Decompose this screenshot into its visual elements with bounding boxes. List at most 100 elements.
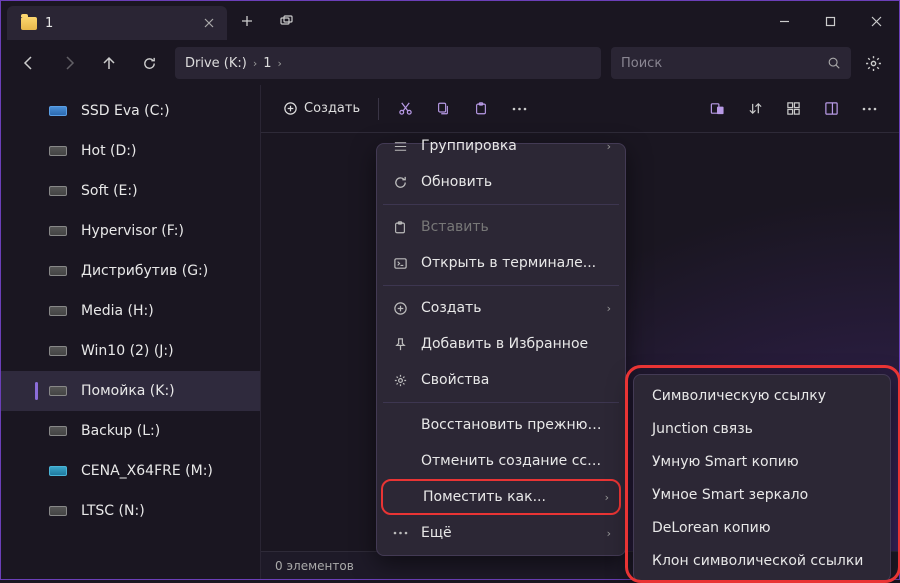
- menu-item[interactable]: Обновить: [381, 164, 621, 200]
- settings-button[interactable]: [855, 45, 891, 81]
- sidebar-item-label: LTSC (N:): [81, 503, 145, 519]
- sidebar-item[interactable]: Backup (L:): [1, 411, 260, 451]
- context-menu: Группировка›ОбновитьВставитьОткрыть в те…: [376, 143, 626, 556]
- sidebar-item[interactable]: Media (H:): [1, 291, 260, 331]
- sidebar-item[interactable]: Hot (D:): [1, 131, 260, 171]
- properties-icon: [391, 373, 409, 388]
- pin-icon: [391, 337, 409, 352]
- menu-item[interactable]: Отменить создание ссылки: [381, 443, 621, 479]
- cut-button[interactable]: [387, 92, 423, 126]
- menu-item[interactable]: Свойства: [381, 362, 621, 398]
- menu-item[interactable]: Ещё›: [381, 515, 621, 551]
- sidebar-item[interactable]: SSD Eva (C:): [1, 91, 260, 131]
- close-icon[interactable]: [201, 15, 217, 31]
- drive-icon: [49, 466, 67, 476]
- breadcrumb[interactable]: Drive (K:) › 1 ›: [175, 47, 601, 79]
- chevron-right-icon: ›: [607, 527, 611, 540]
- drive-icon: [49, 386, 67, 396]
- breadcrumb-part[interactable]: 1: [263, 56, 271, 71]
- paste-button[interactable]: [463, 92, 499, 126]
- layout-button[interactable]: [775, 92, 811, 126]
- forward-button[interactable]: [49, 45, 89, 81]
- sidebar-item[interactable]: Soft (E:): [1, 171, 260, 211]
- dots-icon: [391, 531, 409, 535]
- toolbar: Создать: [261, 85, 899, 133]
- sort-button[interactable]: [737, 92, 773, 126]
- create-button[interactable]: Создать: [273, 92, 370, 126]
- folder-icon: [21, 17, 37, 30]
- drive-icon: [49, 226, 67, 236]
- menu-item[interactable]: Восстановить прежнюю ве...: [381, 407, 621, 443]
- drive-icon: [49, 186, 67, 196]
- submenu-item[interactable]: Умную Smart копию: [638, 445, 886, 478]
- menu-item-label: Отменить создание ссылки: [421, 453, 611, 469]
- chevron-right-icon: ›: [605, 491, 609, 504]
- drive-icon: [49, 306, 67, 316]
- group-icon: [391, 139, 409, 154]
- submenu-item[interactable]: Клон символической ссылки: [638, 544, 886, 577]
- minimize-button[interactable]: [761, 1, 807, 41]
- sidebar-item-label: Помойка (K:): [81, 383, 175, 399]
- menu-item-label: Вставить: [421, 219, 611, 235]
- chevron-right-icon: ›: [251, 57, 259, 70]
- sidebar-item-label: Soft (E:): [81, 183, 138, 199]
- maximize-button[interactable]: [807, 1, 853, 41]
- submenu-item[interactable]: Junction связь: [638, 412, 886, 445]
- titlebar-drag[interactable]: [307, 1, 761, 41]
- back-button[interactable]: [9, 45, 49, 81]
- submenu-item[interactable]: DeLorean копию: [638, 511, 886, 544]
- drive-icon: [49, 506, 67, 516]
- menu-item-label: Открыть в терминале...: [421, 255, 611, 271]
- navbar: Drive (K:) › 1 › Поиск: [1, 41, 899, 85]
- tab-overflow-button[interactable]: [267, 15, 307, 27]
- sidebar-item[interactable]: Hypervisor (F:): [1, 211, 260, 251]
- terminal-icon: [391, 256, 409, 271]
- window-close-button[interactable]: [853, 1, 899, 41]
- search-input[interactable]: Поиск: [611, 47, 851, 79]
- new-tab-button[interactable]: [227, 15, 267, 27]
- drive-icon: [49, 106, 67, 116]
- menu-separator: [383, 402, 619, 403]
- sidebar-item[interactable]: Дистрибутив (G:): [1, 251, 260, 291]
- sidebar-item-label: Hot (D:): [81, 143, 136, 159]
- menu-item[interactable]: Поместить как... ›: [381, 479, 621, 515]
- tab-title: 1: [45, 16, 193, 31]
- sidebar-item[interactable]: LTSC (N:): [1, 491, 260, 531]
- menu-item[interactable]: Добавить в Избранное: [381, 326, 621, 362]
- refresh-button[interactable]: [129, 45, 169, 81]
- up-button[interactable]: [89, 45, 129, 81]
- drive-icon: [49, 426, 67, 436]
- preview-pane-button[interactable]: [699, 92, 735, 126]
- item-count: 0 элементов: [275, 559, 354, 573]
- copy-button[interactable]: [425, 92, 461, 126]
- submenu-item[interactable]: Символическую ссылку: [638, 379, 886, 412]
- overflow-button[interactable]: [851, 92, 887, 126]
- menu-item-label: Группировка: [421, 138, 595, 154]
- menu-item[interactable]: Открыть в терминале...: [381, 245, 621, 281]
- more-toolbar-button[interactable]: [501, 92, 537, 126]
- sidebar-item-label: CENA_X64FRE (M:): [81, 463, 213, 479]
- sidebar-item[interactable]: Помойка (K:): [1, 371, 260, 411]
- chevron-right-icon: ›: [607, 140, 611, 153]
- details-pane-button[interactable]: [813, 92, 849, 126]
- breadcrumb-part[interactable]: Drive (K:): [185, 56, 247, 71]
- sidebar-item[interactable]: Win10 (2) (J:): [1, 331, 260, 371]
- menu-item-label: Обновить: [421, 174, 611, 190]
- menu-item[interactable]: Создать›: [381, 290, 621, 326]
- paste-icon: [391, 220, 409, 235]
- tab-active[interactable]: 1: [7, 6, 227, 40]
- sidebar-item-label: Дистрибутив (G:): [81, 263, 208, 279]
- plus-circle-icon: [391, 301, 409, 316]
- sidebar[interactable]: SSD Eva (C:) Hot (D:) Soft (E:) Hypervisor …: [1, 85, 261, 579]
- separator: [378, 98, 379, 120]
- menu-item-label: Добавить в Избранное: [421, 336, 611, 352]
- menu-item[interactable]: Группировка ›: [381, 128, 621, 164]
- drive-icon: [49, 346, 67, 356]
- search-placeholder: Поиск: [621, 56, 662, 71]
- menu-item-label: Поместить как...: [423, 489, 593, 505]
- sidebar-item[interactable]: CENA_X64FRE (M:): [1, 451, 260, 491]
- submenu-item[interactable]: Умное Smart зеркало: [638, 478, 886, 511]
- sidebar-item-label: Backup (L:): [81, 423, 160, 439]
- menu-separator: [383, 285, 619, 286]
- menu-separator: [383, 204, 619, 205]
